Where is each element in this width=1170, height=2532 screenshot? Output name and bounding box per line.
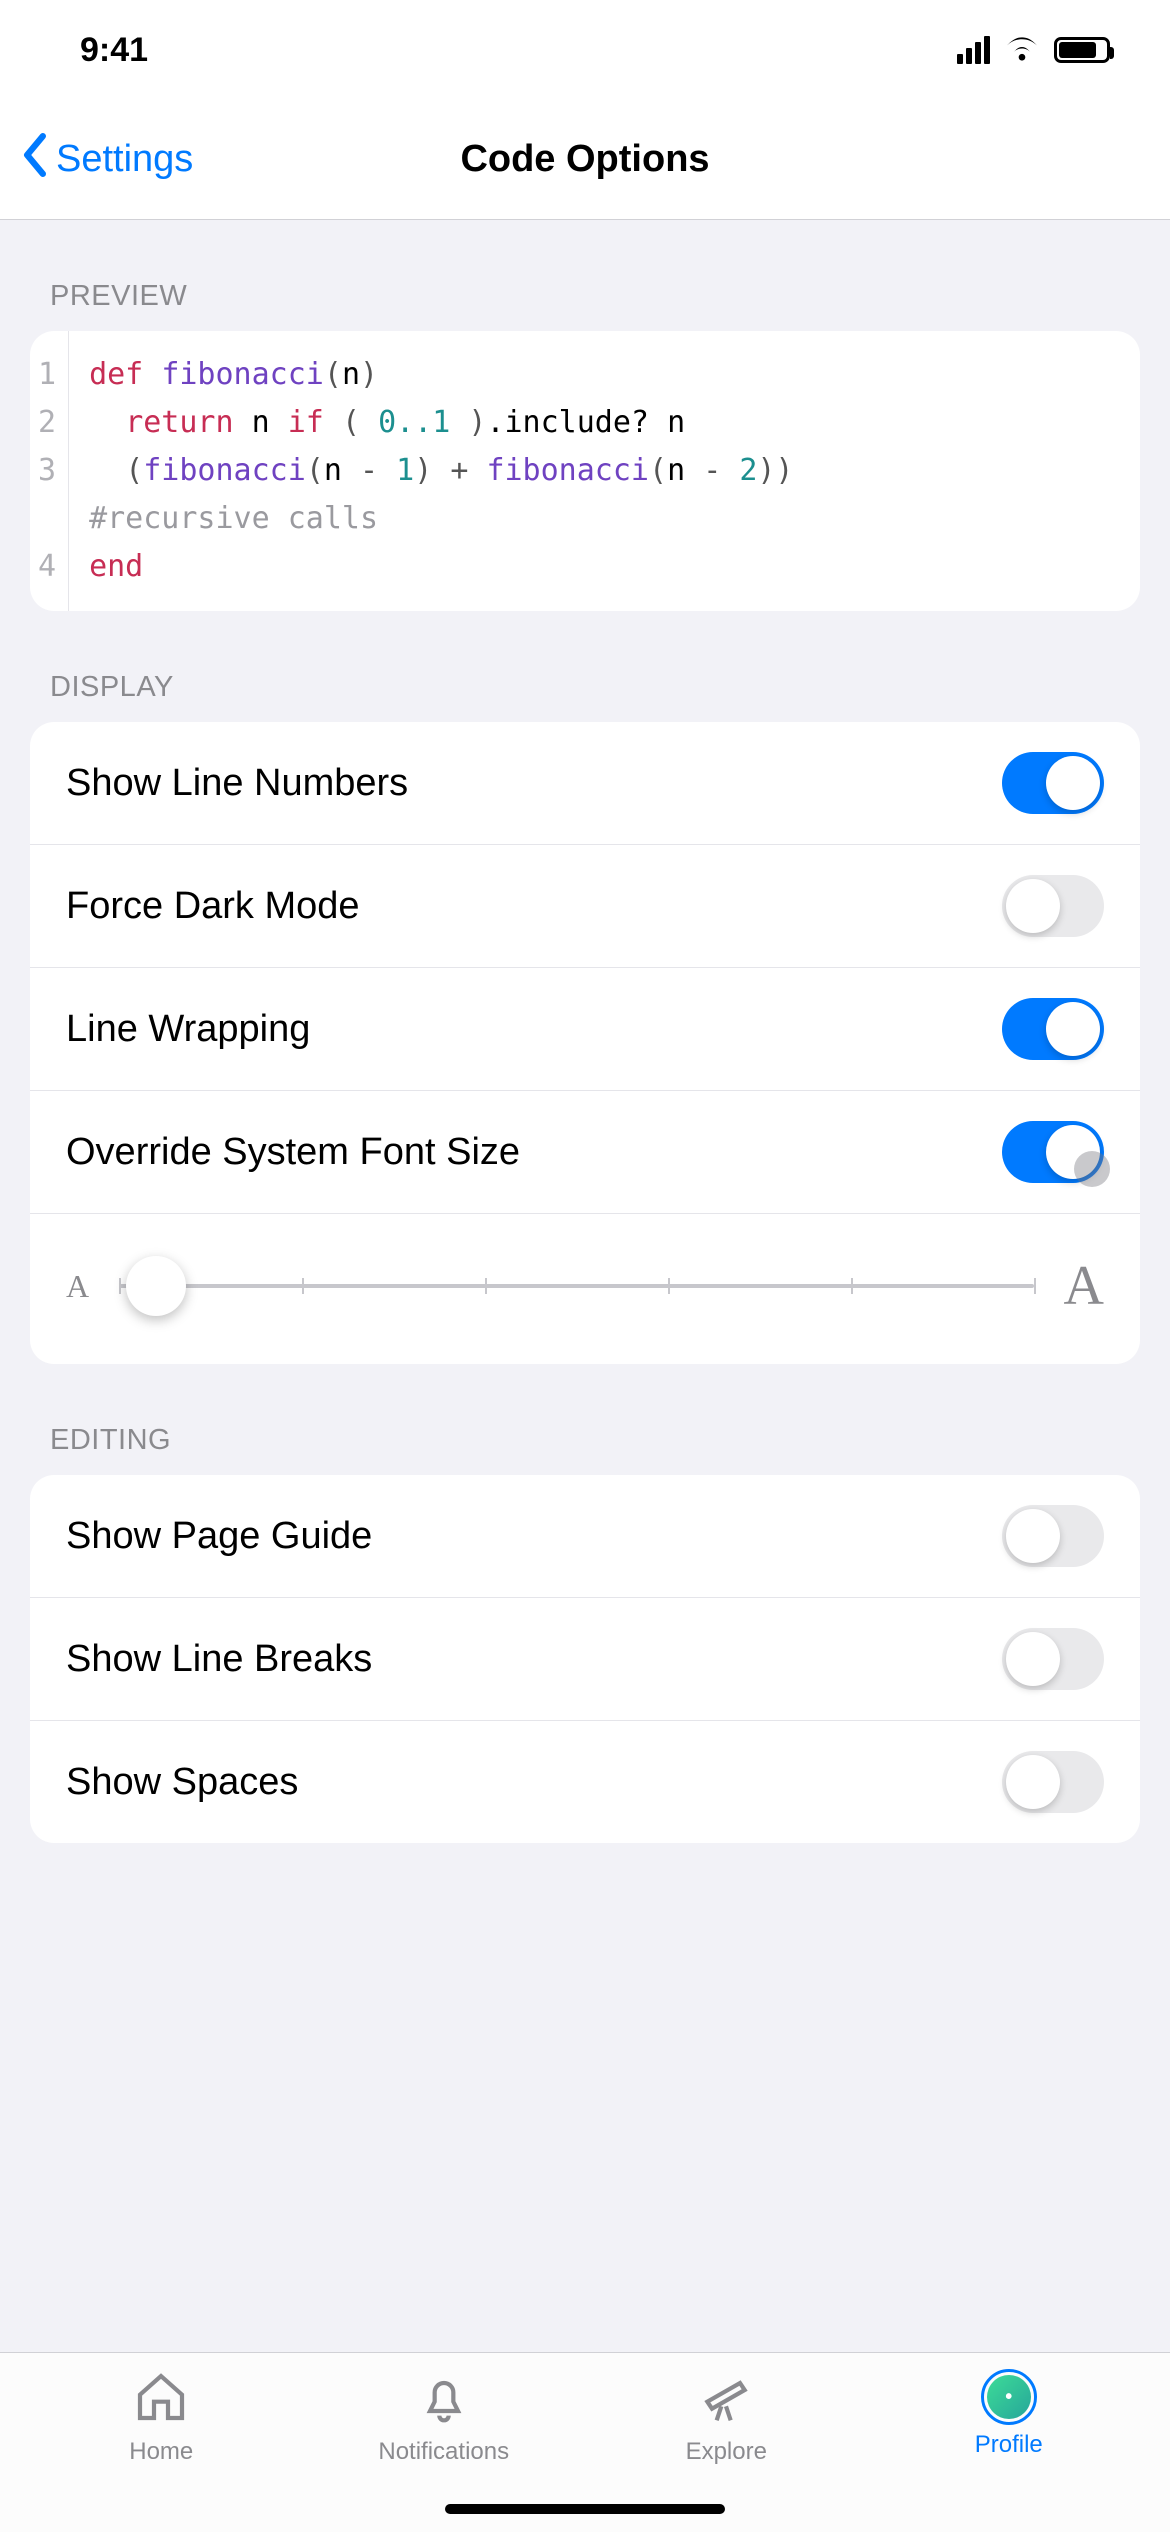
tab-profile[interactable]: • Profile xyxy=(868,2369,1151,2532)
row-font-size: Override System Font Size xyxy=(30,1091,1140,1214)
telescope-icon xyxy=(698,2369,754,2432)
tab-label: Notifications xyxy=(378,2438,509,2466)
row-font-slider: A A xyxy=(30,1214,1140,1364)
row-label: Show Page Guide xyxy=(66,1515,372,1558)
status-bar: 9:41 xyxy=(0,0,1170,100)
avatar-icon: • xyxy=(981,2369,1037,2425)
bell-icon xyxy=(416,2369,472,2432)
code-body: def fibonacci(n) return n if ( 0..1 ).in… xyxy=(69,331,813,611)
content-scroll[interactable]: PREVIEW 1 2 3 4 def fibonacci(n) return … xyxy=(0,220,1170,2352)
toggle-line-breaks[interactable] xyxy=(1002,1628,1104,1690)
touch-indicator-dot xyxy=(1074,1151,1110,1187)
code-gutter: 1 2 3 4 xyxy=(30,331,69,611)
row-label: Line Wrapping xyxy=(66,1008,310,1051)
row-spaces: Show Spaces xyxy=(30,1721,1140,1843)
row-label: Show Line Numbers xyxy=(66,762,408,805)
tab-bar: Home Notifications Explore • Profile xyxy=(0,2352,1170,2532)
battery-icon xyxy=(1054,37,1110,63)
toggle-dark-mode[interactable] xyxy=(1002,875,1104,937)
tab-label: Explore xyxy=(686,2438,767,2466)
section-header-display: DISPLAY xyxy=(0,611,1170,722)
row-dark-mode: Force Dark Mode xyxy=(30,845,1140,968)
row-label: Force Dark Mode xyxy=(66,885,360,928)
row-line-breaks: Show Line Breaks xyxy=(30,1598,1140,1721)
slider-thumb[interactable] xyxy=(126,1256,186,1316)
section-header-preview: PREVIEW xyxy=(0,220,1170,331)
toggle-page-guide[interactable] xyxy=(1002,1505,1104,1567)
home-indicator xyxy=(445,2504,725,2514)
navigation-bar: Settings Code Options xyxy=(0,100,1170,220)
slider-label-large: A xyxy=(1064,1254,1104,1318)
row-label: Override System Font Size xyxy=(66,1131,520,1174)
cellular-icon xyxy=(957,36,990,64)
home-icon xyxy=(133,2369,189,2432)
status-time: 9:41 xyxy=(80,31,148,70)
toggle-spaces[interactable] xyxy=(1002,1751,1104,1813)
toggle-line-numbers[interactable] xyxy=(1002,752,1104,814)
tab-label: Profile xyxy=(975,2431,1043,2459)
tab-home[interactable]: Home xyxy=(20,2369,303,2532)
wifi-icon xyxy=(1004,31,1040,70)
row-line-wrapping: Line Wrapping xyxy=(30,968,1140,1091)
back-button[interactable]: Settings xyxy=(20,133,193,187)
editing-group: Show Page Guide Show Line Breaks Show Sp… xyxy=(30,1475,1140,1843)
section-header-editing: EDITING xyxy=(0,1364,1170,1475)
code-preview: 1 2 3 4 def fibonacci(n) return n if ( 0… xyxy=(30,331,1140,611)
page-title: Code Options xyxy=(460,138,709,181)
row-label: Show Spaces xyxy=(66,1761,298,1804)
font-size-slider[interactable] xyxy=(119,1284,1033,1288)
toggle-line-wrapping[interactable] xyxy=(1002,998,1104,1060)
slider-label-small: A xyxy=(66,1268,89,1305)
tab-label: Home xyxy=(129,2438,193,2466)
row-page-guide: Show Page Guide xyxy=(30,1475,1140,1598)
back-label: Settings xyxy=(56,138,193,181)
status-indicators xyxy=(957,31,1110,70)
chevron-left-icon xyxy=(20,133,56,187)
row-line-numbers: Show Line Numbers xyxy=(30,722,1140,845)
display-group: Show Line Numbers Force Dark Mode Line W… xyxy=(30,722,1140,1364)
row-label: Show Line Breaks xyxy=(66,1638,372,1681)
